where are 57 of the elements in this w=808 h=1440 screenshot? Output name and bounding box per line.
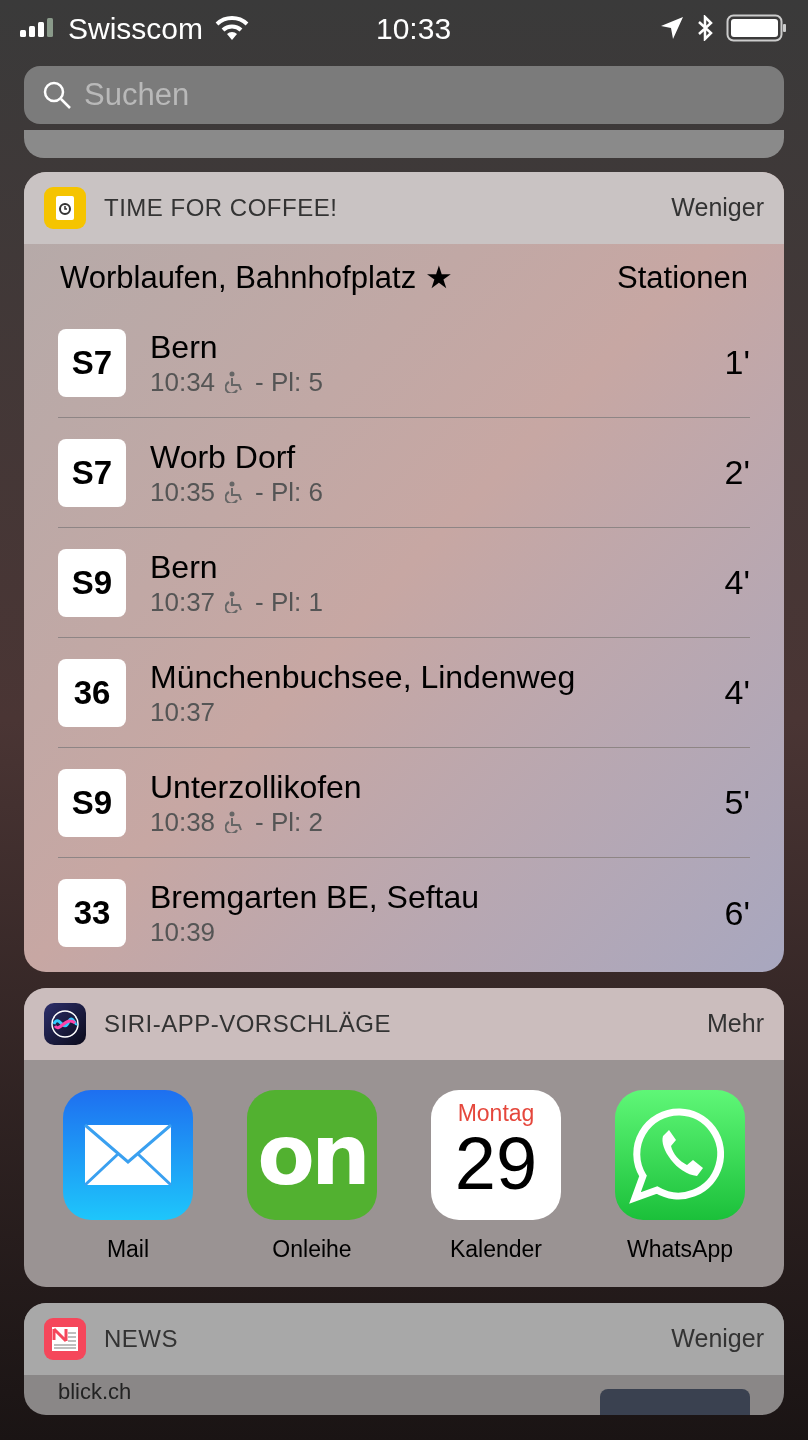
- bluetooth-icon: [696, 15, 714, 41]
- widget-action-link[interactable]: Weniger: [671, 1319, 764, 1358]
- clock-time: 10:33: [376, 10, 452, 47]
- search-field[interactable]: Suchen: [24, 66, 784, 124]
- app-icon[interactable]: Montag 29: [431, 1090, 561, 1220]
- search-input[interactable]: Suchen: [84, 71, 684, 119]
- line-badge: S7: [58, 438, 126, 507]
- newspaper-icon: [44, 1317, 86, 1360]
- destination-name: Bern: [150, 547, 219, 586]
- weekday-label: Montag: [457, 1102, 535, 1125]
- line-badge: S9: [58, 768, 126, 837]
- line-badge: 33: [58, 879, 126, 947]
- location-arrow-icon: [660, 16, 684, 40]
- platform-info: - Pl: 2: [255, 805, 323, 838]
- departure-time: 10:34: [150, 365, 216, 398]
- app-label[interactable]: Kalender: [449, 1232, 543, 1267]
- app-label[interactable]: Mail: [106, 1232, 150, 1267]
- platform-info: - Pl: 6: [255, 475, 323, 508]
- destination-name: Bern: [150, 327, 219, 366]
- widget-action-link[interactable]: Weniger: [671, 189, 764, 227]
- destination-name: Münchenbuchsee, Lindenweg: [150, 657, 576, 696]
- day-number: 29: [454, 1127, 538, 1201]
- departure-time: 10:37: [150, 695, 216, 728]
- line-badge: S7: [58, 328, 126, 397]
- departure-time: 10:35: [150, 475, 216, 508]
- platform-info: - Pl: 1: [255, 585, 323, 618]
- line-badge: 36: [58, 658, 126, 727]
- minutes-until-departure: 4': [724, 562, 750, 603]
- stations-link[interactable]: Stationen: [617, 254, 748, 302]
- carrier-name: Swisscom: [68, 10, 203, 47]
- widget-title: TIME FOR COFFEE!: [104, 193, 338, 223]
- wifi-icon: [215, 15, 249, 41]
- search-icon: [42, 80, 72, 110]
- destination-name: Unterzollikofen: [150, 767, 362, 806]
- minutes-until-departure: 5': [724, 782, 750, 823]
- news-source: blick.ch: [58, 1377, 132, 1406]
- app-label[interactable]: WhatsApp: [626, 1232, 734, 1267]
- destination-name: Worb Dorf: [150, 437, 297, 476]
- app-label[interactable]: Onleihe: [272, 1232, 352, 1267]
- station-name: Worblaufen, Bahnhofplatz ★: [60, 258, 453, 297]
- minutes-until-departure: 2': [724, 452, 750, 493]
- departure-time: 10:38: [150, 805, 216, 838]
- battery-icon: [726, 14, 788, 42]
- minutes-until-departure: 6': [724, 892, 750, 934]
- siri-icon: [44, 1003, 86, 1045]
- minutes-until-departure: 1': [724, 342, 750, 383]
- departure-time: 10:39: [150, 916, 216, 948]
- widget-action-link[interactable]: Mehr: [707, 1005, 764, 1043]
- departure-time: 10:37: [150, 585, 216, 618]
- widget-title: SIRI-APP-VORSCHLÄGE: [104, 1009, 391, 1039]
- destination-name: Bremgarten BE, Seftau: [150, 878, 480, 916]
- widget-title: NEWS: [104, 1323, 178, 1354]
- envelope-icon[interactable]: [63, 1090, 193, 1220]
- line-badge: S9: [58, 548, 126, 617]
- platform-info: - Pl: 5: [255, 365, 323, 398]
- minutes-until-departure: 4': [724, 672, 750, 713]
- phone-bubble-icon[interactable]: [615, 1090, 745, 1220]
